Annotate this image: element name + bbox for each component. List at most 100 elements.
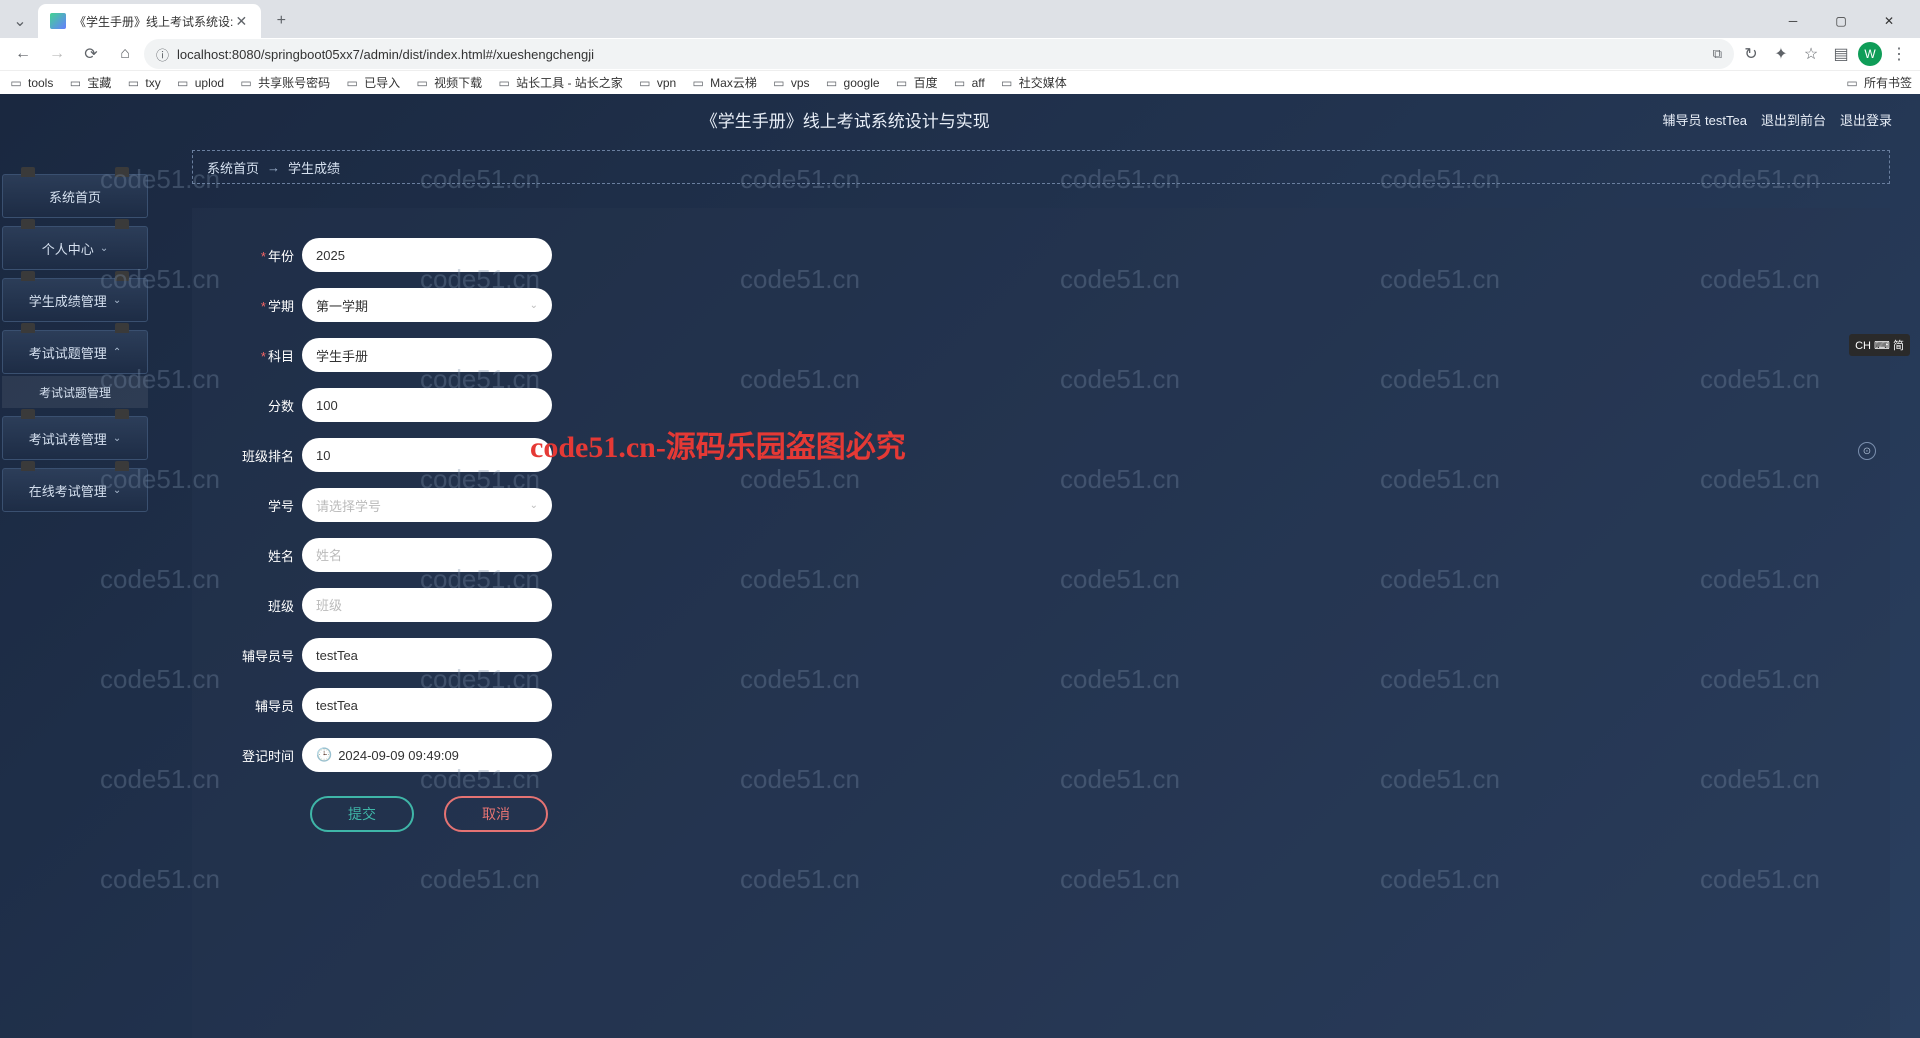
chevron-down-icon: ⌄ [113, 433, 121, 444]
bookmark-item[interactable]: ▭站长工具 - 站长之家 [496, 74, 623, 91]
chevron-down-icon: ⌄ [530, 500, 538, 511]
tab-close-icon[interactable]: ✕ [233, 13, 249, 29]
folder-icon: ▭ [894, 75, 910, 91]
sidebar-item-home[interactable]: 系统首页 [2, 174, 148, 218]
bookmark-bar: ▭tools ▭宝藏 ▭txy ▭uplod ▭共享账号密码 ▭已导入 ▭视频下载 ▭站长工具… [0, 70, 1920, 94]
sync-icon[interactable]: ↻ [1738, 41, 1764, 67]
subject-input[interactable] [302, 338, 552, 372]
share-icon[interactable]: ⧉ [1713, 46, 1722, 62]
address-bar: ← → ⟳ ⌂ ⓘ localhost:8080/springboot05xx7… [0, 38, 1920, 70]
sidebar-item-question-mgmt[interactable]: 考试试题管理⌃ [2, 330, 148, 374]
logout-front-button[interactable]: 退出到前台 [1761, 110, 1826, 129]
app-header: 《学生手册》线上考试系统设计与实现 辅导员 testTea 退出到前台 退出登录 [0, 94, 1920, 144]
folder-icon: ▭ [690, 75, 706, 91]
ime-indicator: CH ⌨ 简 [1849, 334, 1910, 356]
close-panel-icon[interactable]: ⊙ [1858, 442, 1876, 460]
submit-button[interactable]: 提交 [310, 796, 414, 832]
bookmark-item[interactable]: ▭vps [771, 74, 810, 91]
name-label: 姓名 [222, 546, 302, 565]
folder-icon: ▭ [824, 75, 840, 91]
maximize-button[interactable]: ▢ [1818, 5, 1864, 37]
bookmark-item[interactable]: ▭aff [952, 74, 985, 91]
tab-bar: ⌄ 《学生手册》线上考试系统设: ✕ + ─ ▢ ✕ [0, 0, 1920, 38]
subject-label: 科目 [222, 346, 302, 365]
site-info-icon: ⓘ [156, 45, 169, 64]
window-controls: ─ ▢ ✕ [1770, 5, 1912, 37]
chevron-down-icon: ⌄ [113, 295, 121, 306]
score-label: 分数 [222, 396, 302, 415]
clock-icon: 🕒 [316, 747, 332, 763]
sidebar-item-paper-mgmt[interactable]: 考试试卷管理⌄ [2, 416, 148, 460]
bookmark-item[interactable]: ▭社交媒体 [999, 74, 1067, 91]
cancel-button[interactable]: 取消 [444, 796, 548, 832]
sidebar-sub-question-mgmt[interactable]: 考试试题管理 [2, 376, 148, 408]
bookmark-item[interactable]: ▭Max云梯 [690, 74, 757, 91]
tab-search-chevron[interactable]: ⌄ [8, 9, 32, 33]
bookmark-item[interactable]: ▭百度 [894, 74, 938, 91]
reader-icon[interactable]: ▤ [1828, 41, 1854, 67]
class-label: 班级 [222, 596, 302, 615]
nav-back-button[interactable]: ← [8, 39, 38, 69]
regtime-picker[interactable]: 🕒2024-09-09 09:49:09 [302, 738, 552, 772]
nav-forward-button[interactable]: → [42, 39, 72, 69]
studentno-select[interactable]: 请选择学号⌄ [302, 488, 552, 522]
class-input[interactable] [302, 588, 552, 622]
reload-button[interactable]: ⟳ [76, 39, 106, 69]
bookmark-item[interactable]: ▭宝藏 [67, 74, 111, 91]
name-input[interactable] [302, 538, 552, 572]
folder-icon: ▭ [637, 75, 653, 91]
bookmark-item[interactable]: ▭已导入 [344, 74, 400, 91]
url-input[interactable]: ⓘ localhost:8080/springboot05xx7/admin/d… [144, 39, 1734, 69]
chevron-up-icon: ⌃ [113, 347, 121, 358]
semester-select[interactable]: 第一学期⌄ [302, 288, 552, 322]
folder-icon: ▭ [952, 75, 968, 91]
logout-button[interactable]: 退出登录 [1840, 110, 1892, 129]
url-text: localhost:8080/springboot05xx7/admin/dis… [177, 47, 1705, 62]
advisorno-label: 辅导员号 [222, 646, 302, 665]
new-tab-button[interactable]: + [267, 7, 295, 35]
favicon-icon [50, 13, 66, 29]
breadcrumb: 系统首页 → 学生成绩 [192, 150, 1890, 184]
folder-icon: ▭ [344, 75, 360, 91]
extensions-icon[interactable]: ✦ [1768, 41, 1794, 67]
bookmark-item[interactable]: ▭uplod [175, 74, 224, 91]
folder-icon: ▭ [771, 75, 787, 91]
sidebar-item-online-exam[interactable]: 在线考试管理⌄ [2, 468, 148, 512]
bookmark-item[interactable]: ▭txy [125, 74, 160, 91]
semester-label: 学期 [222, 296, 302, 315]
breadcrumb-current: 学生成绩 [288, 158, 340, 177]
form-panel: 年份 学期第一学期⌄ 科目 分数 班级排名 学号请选择学号⌄ 姓名 班级 辅导员… [192, 208, 1890, 1038]
year-input[interactable] [302, 238, 552, 272]
folder-icon: ▭ [67, 75, 83, 91]
sidebar-item-grade-mgmt[interactable]: 学生成绩管理⌄ [2, 278, 148, 322]
folder-icon: ▭ [8, 75, 24, 91]
all-bookmarks[interactable]: ▭ 所有书签 [1844, 74, 1912, 91]
bookmark-item[interactable]: ▭vpn [637, 74, 676, 91]
sidebar-item-user-center[interactable]: 个人中心⌄ [2, 226, 148, 270]
browser-chrome: ⌄ 《学生手册》线上考试系统设: ✕ + ─ ▢ ✕ ← → ⟳ ⌂ ⓘ loc… [0, 0, 1920, 94]
sidebar: 系统首页 个人中心⌄ 学生成绩管理⌄ 考试试题管理⌃ 考试试题管理 考试试卷管理… [0, 144, 158, 1038]
folder-icon: ▭ [496, 75, 512, 91]
menu-icon[interactable]: ⋮ [1886, 41, 1912, 67]
header-user[interactable]: 辅导员 testTea [1662, 110, 1747, 129]
home-button[interactable]: ⌂ [110, 39, 140, 69]
rank-input[interactable] [302, 438, 552, 472]
year-label: 年份 [222, 246, 302, 265]
folder-icon: ▭ [1844, 75, 1860, 91]
bookmark-item[interactable]: ▭共享账号密码 [238, 74, 330, 91]
chevron-down-icon: ⌄ [100, 243, 108, 254]
score-input[interactable] [302, 388, 552, 422]
bookmark-item[interactable]: ▭tools [8, 74, 53, 91]
browser-tab[interactable]: 《学生手册》线上考试系统设: ✕ [38, 4, 261, 38]
folder-icon: ▭ [238, 75, 254, 91]
close-button[interactable]: ✕ [1866, 5, 1912, 37]
advisor-input[interactable] [302, 688, 552, 722]
breadcrumb-home[interactable]: 系统首页 [207, 158, 259, 177]
minimize-button[interactable]: ─ [1770, 5, 1816, 37]
bookmark-item[interactable]: ▭google [824, 74, 880, 91]
profile-avatar[interactable]: W [1858, 42, 1882, 66]
folder-icon: ▭ [125, 75, 141, 91]
bookmark-star-icon[interactable]: ☆ [1798, 41, 1824, 67]
bookmark-item[interactable]: ▭视频下载 [414, 74, 482, 91]
advisorno-input[interactable] [302, 638, 552, 672]
